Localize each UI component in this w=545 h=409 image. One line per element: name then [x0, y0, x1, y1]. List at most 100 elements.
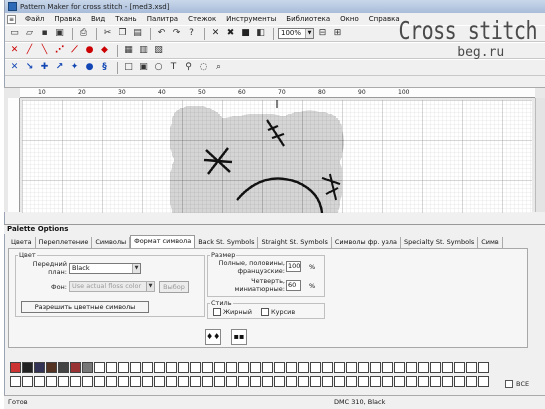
- zoom-in-icon[interactable]: ⊞: [331, 27, 344, 40]
- palette-swatch[interactable]: [478, 362, 489, 373]
- palette-swatch[interactable]: [82, 362, 93, 373]
- palette-swatch[interactable]: [370, 362, 381, 373]
- palette-swatch[interactable]: [94, 376, 105, 387]
- palette-swatch[interactable]: [142, 376, 153, 387]
- quarter-size-input[interactable]: 60: [286, 280, 301, 291]
- palette-swatch[interactable]: [130, 362, 141, 373]
- palette-swatch[interactable]: [358, 362, 369, 373]
- palette-swatch[interactable]: [358, 376, 369, 387]
- palette-swatch[interactable]: [262, 362, 273, 373]
- palette-swatch[interactable]: [382, 376, 393, 387]
- palette-swatch[interactable]: [178, 376, 189, 387]
- palette-swatch[interactable]: [322, 362, 333, 373]
- palette-swatch[interactable]: [310, 376, 321, 387]
- palette-swatch[interactable]: [34, 362, 45, 373]
- floss-icon[interactable]: ■: [239, 27, 252, 40]
- palette-swatch[interactable]: [346, 362, 357, 373]
- pattern-grid[interactable]: [22, 100, 532, 213]
- dot-icon[interactable]: ●: [83, 61, 96, 74]
- palette-swatch[interactable]: [58, 376, 69, 387]
- zoom-select[interactable]: 100% ▼: [278, 28, 314, 39]
- tab-symbol-format[interactable]: Формат символа: [130, 235, 196, 248]
- palette-swatch[interactable]: [154, 376, 165, 387]
- palette-swatch[interactable]: [310, 362, 321, 373]
- menu-library[interactable]: Библиотека: [281, 15, 335, 23]
- palette-swatch[interactable]: [394, 376, 405, 387]
- palette-swatch[interactable]: [394, 362, 405, 373]
- palette-swatch[interactable]: [202, 376, 213, 387]
- palette-swatch[interactable]: [142, 362, 153, 373]
- bead-icon[interactable]: ◆: [98, 44, 111, 57]
- palette-swatch[interactable]: [130, 376, 141, 387]
- palette-swatch[interactable]: [430, 376, 441, 387]
- menu-view[interactable]: Вид: [86, 15, 110, 23]
- palette-swatch[interactable]: [58, 362, 69, 373]
- palette-swatch[interactable]: [70, 376, 81, 387]
- palette-swatch[interactable]: [466, 376, 477, 387]
- palette-swatch[interactable]: [106, 376, 117, 387]
- palette-swatch[interactable]: [22, 376, 33, 387]
- vertical-scrollbar[interactable]: [535, 98, 545, 212]
- palette-swatch[interactable]: [10, 376, 21, 387]
- palette-swatch[interactable]: [46, 362, 57, 373]
- document-icon[interactable]: ≡: [7, 14, 16, 24]
- copy-icon[interactable]: ❐: [116, 27, 129, 40]
- menu-stitch[interactable]: Стежок: [183, 15, 221, 23]
- s-icon[interactable]: §: [98, 61, 111, 74]
- palette-swatch[interactable]: [10, 362, 21, 373]
- tab-french-knot-symbols[interactable]: Символы фр. узла: [332, 237, 401, 248]
- new-file-icon[interactable]: ▭: [8, 27, 21, 40]
- palette-swatch[interactable]: [406, 362, 417, 373]
- palette-swatch[interactable]: [286, 362, 297, 373]
- text-icon[interactable]: T: [167, 61, 180, 74]
- palette-swatch[interactable]: [430, 362, 441, 373]
- palette-swatch[interactable]: [238, 376, 249, 387]
- fill-icon[interactable]: ▧: [152, 44, 165, 57]
- help-icon[interactable]: ?: [185, 27, 198, 40]
- open-file-icon[interactable]: ▱: [23, 27, 36, 40]
- palette-swatch[interactable]: [46, 376, 57, 387]
- oval-icon[interactable]: ○: [152, 61, 165, 74]
- line-icon[interactable]: ▦: [122, 44, 135, 57]
- palette-swatch[interactable]: [274, 362, 285, 373]
- palette-swatch[interactable]: [190, 362, 201, 373]
- italic-checkbox[interactable]: [261, 308, 269, 316]
- palette-swatch[interactable]: [190, 376, 201, 387]
- cross-blue-icon[interactable]: ✚: [38, 61, 51, 74]
- diagonal-right-icon[interactable]: ↘: [23, 61, 36, 74]
- rect-icon[interactable]: □: [122, 61, 135, 74]
- bold-checkbox[interactable]: [213, 308, 221, 316]
- paste-icon[interactable]: ▤: [131, 27, 144, 40]
- palette-swatch[interactable]: [238, 362, 249, 373]
- undo-icon[interactable]: ↶: [155, 27, 168, 40]
- palette-swatch[interactable]: [406, 376, 417, 387]
- zoom-out-icon[interactable]: ⊟: [316, 27, 329, 40]
- palette-swatch[interactable]: [214, 362, 225, 373]
- menu-palette[interactable]: Палитра: [142, 15, 183, 23]
- palette-swatch[interactable]: [274, 376, 285, 387]
- tab-back-st-symbols[interactable]: Back St. Symbols: [195, 237, 259, 248]
- palette-swatch[interactable]: [418, 362, 429, 373]
- palette-swatch[interactable]: [442, 362, 453, 373]
- palette-swatch[interactable]: [322, 376, 333, 387]
- palette-swatch[interactable]: [334, 376, 345, 387]
- palette-swatch[interactable]: [118, 362, 129, 373]
- cross-stitch-icon[interactable]: ✕: [8, 44, 21, 57]
- palette-swatch[interactable]: [166, 362, 177, 373]
- half-stitch-icon[interactable]: ╱: [23, 44, 36, 57]
- diagonal-icon[interactable]: ✕: [8, 61, 21, 74]
- palette-swatch[interactable]: [418, 376, 429, 387]
- rect-select-icon[interactable]: ▥: [137, 44, 150, 57]
- back-stitch-icon[interactable]: ⟋: [68, 44, 81, 57]
- palette-swatch[interactable]: [226, 362, 237, 373]
- redo-icon[interactable]: ↷: [170, 27, 183, 40]
- print-icon[interactable]: ⎙: [77, 27, 90, 40]
- palette-swatch[interactable]: [250, 376, 261, 387]
- palette-swatch[interactable]: [298, 376, 309, 387]
- foreground-select[interactable]: Black ▼: [69, 263, 141, 274]
- palette-swatch[interactable]: [226, 376, 237, 387]
- choose-bg-button[interactable]: Выбор: [159, 281, 189, 293]
- palette-swatch[interactable]: [454, 376, 465, 387]
- palette-swatch[interactable]: [82, 376, 93, 387]
- stitch-icon[interactable]: ✖: [224, 27, 237, 40]
